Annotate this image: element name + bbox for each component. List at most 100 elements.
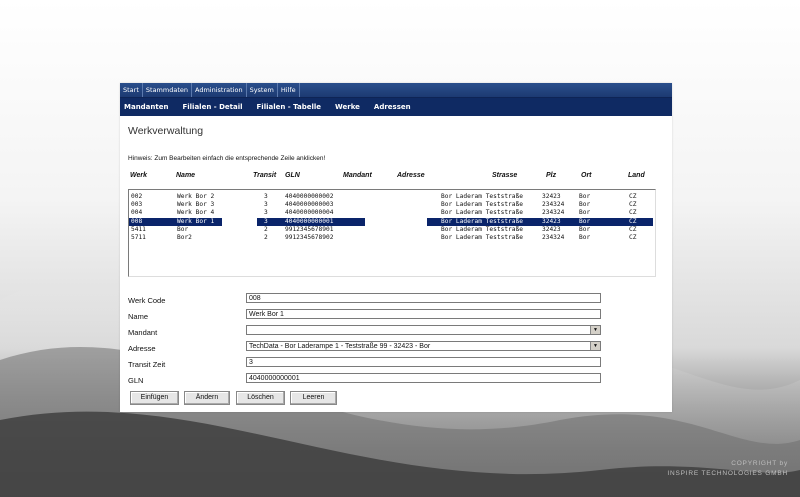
cell-name: Werk Bor 1 bbox=[177, 217, 215, 225]
werke-list[interactable]: 002 Werk Bor 2 3 4040000000002 Bor Lader… bbox=[128, 189, 656, 277]
cell-gln: 9912345678901 bbox=[285, 225, 334, 233]
cell-ort: Bor bbox=[579, 225, 591, 233]
copyright-notice: COPYRIGHT by INSPIRE TECHNOLOGIES GMBH bbox=[667, 459, 788, 479]
transit-label: Transit Zeit bbox=[128, 360, 166, 369]
cell-name: Werk Bor 4 bbox=[177, 209, 215, 217]
cell-transit: 3 bbox=[264, 209, 268, 217]
cell-land: CZ bbox=[629, 209, 637, 217]
cell-strasse: Bor Laderam Teststraße bbox=[441, 225, 523, 233]
adresse-select[interactable]: TechData - Bor Laderampe 1 - Teststraße … bbox=[246, 341, 601, 351]
col-werk: Werk bbox=[130, 172, 147, 179]
page-title: Werkverwaltung bbox=[128, 125, 204, 137]
cell-name: Bor bbox=[177, 225, 189, 233]
werk-code-field[interactable]: 008 bbox=[246, 293, 601, 303]
nav-filialen-detail[interactable]: Filialen - Detail bbox=[182, 103, 242, 111]
table-row[interactable]: 004 Werk Bor 4 3 4040000000004 Bor Lader… bbox=[129, 209, 655, 217]
cell-ort: Bor bbox=[579, 209, 591, 217]
app-window: Start Stammdaten Administration System H… bbox=[120, 83, 672, 412]
cell-land: CZ bbox=[629, 217, 637, 225]
col-mandant: Mandant bbox=[343, 172, 372, 179]
mandant-select[interactable]: ▼ bbox=[246, 325, 601, 335]
name-field[interactable]: Werk Bor 1 bbox=[246, 309, 601, 319]
insert-button[interactable]: Einfügen bbox=[130, 391, 179, 405]
change-button[interactable]: Ändern bbox=[184, 391, 230, 405]
cell-land: CZ bbox=[629, 201, 637, 209]
col-ort: Ort bbox=[581, 172, 592, 179]
nav-filialen-tabelle[interactable]: Filialen - Tabelle bbox=[257, 103, 322, 111]
sub-navigation: Mandanten Filialen - Detail Filialen - T… bbox=[120, 98, 672, 116]
cell-strasse: Bor Laderam Teststraße bbox=[441, 209, 523, 217]
cell-plz: 32423 bbox=[542, 217, 561, 225]
cell-strasse: Bor Laderam Teststraße bbox=[441, 193, 523, 200]
cell-werk: 5411 bbox=[131, 225, 146, 233]
cell-land: CZ bbox=[629, 233, 637, 241]
cell-plz: 32423 bbox=[542, 225, 561, 233]
hint-text: Hinweis: Zum Bearbeiten einfach die ents… bbox=[128, 155, 326, 162]
adresse-value: TechData - Bor Laderampe 1 - Teststraße … bbox=[249, 343, 431, 350]
cell-plz: 234324 bbox=[542, 201, 565, 209]
col-gln: GLN bbox=[285, 172, 300, 179]
table-row[interactable]: 002 Werk Bor 2 3 4040000000002 Bor Lader… bbox=[129, 193, 655, 201]
cell-gln: 4040000000004 bbox=[285, 209, 334, 217]
table-row-selected[interactable]: 008 Werk Bor 1 3 4040000000001 Bor Lader… bbox=[129, 217, 655, 226]
menu-system[interactable]: System bbox=[247, 83, 278, 97]
table-header: Werk Name Transit GLN Mandant Adresse St… bbox=[120, 172, 672, 182]
transit-field[interactable]: 3 bbox=[246, 357, 601, 367]
nav-werke[interactable]: Werke bbox=[335, 103, 360, 111]
nav-mandanten[interactable]: Mandanten bbox=[124, 103, 168, 111]
cell-name: Bor2 bbox=[177, 233, 192, 241]
werk-code-label: Werk Code bbox=[128, 296, 166, 305]
gln-field[interactable]: 4040000000001 bbox=[246, 373, 601, 383]
cell-werk: 004 bbox=[131, 209, 143, 217]
delete-button[interactable]: Löschen bbox=[236, 391, 285, 405]
copyright-line-1: COPYRIGHT by bbox=[731, 460, 788, 467]
col-adresse: Adresse bbox=[397, 172, 425, 179]
cell-ort: Bor bbox=[579, 201, 591, 209]
menu-hilfe[interactable]: Hilfe bbox=[278, 83, 300, 97]
table-row[interactable]: 5711 Bor2 2 9912345678902 Bor Laderam Te… bbox=[129, 234, 655, 242]
col-land: Land bbox=[628, 172, 645, 179]
cell-transit: 3 bbox=[264, 217, 268, 225]
cell-werk: 002 bbox=[131, 193, 143, 200]
cell-plz: 234324 bbox=[542, 233, 565, 241]
cell-name: Werk Bor 3 bbox=[177, 201, 215, 209]
cell-strasse: Bor Laderam Teststraße bbox=[441, 217, 523, 225]
name-label: Name bbox=[128, 312, 149, 321]
menu-start[interactable]: Start bbox=[120, 83, 143, 97]
menu-stammdaten[interactable]: Stammdaten bbox=[143, 83, 192, 97]
cell-transit: 3 bbox=[264, 193, 268, 200]
cell-name: Werk Bor 2 bbox=[177, 193, 215, 200]
col-plz: Plz bbox=[546, 172, 557, 179]
chevron-down-icon[interactable]: ▼ bbox=[590, 326, 600, 334]
cell-transit: 2 bbox=[264, 233, 268, 241]
copyright-line-2: INSPIRE TECHNOLOGIES GMBH bbox=[667, 470, 788, 477]
chevron-down-icon[interactable]: ▼ bbox=[590, 342, 600, 350]
nav-adressen[interactable]: Adressen bbox=[374, 103, 411, 111]
col-transit: Transit bbox=[253, 172, 277, 179]
cell-ort: Bor bbox=[579, 193, 591, 200]
cell-land: CZ bbox=[629, 193, 637, 200]
col-name: Name bbox=[176, 172, 196, 179]
table-row[interactable]: 5411 Bor 2 9912345678901 Bor Laderam Tes… bbox=[129, 226, 655, 234]
cell-gln: 4040000000001 bbox=[285, 217, 334, 225]
mandant-label: Mandant bbox=[128, 328, 158, 337]
cell-transit: 2 bbox=[264, 225, 268, 233]
clear-button[interactable]: Leeren bbox=[290, 391, 337, 405]
cell-land: CZ bbox=[629, 225, 637, 233]
cell-werk: 5711 bbox=[131, 233, 146, 241]
adresse-label: Adresse bbox=[128, 344, 156, 353]
cell-ort: Bor bbox=[579, 233, 591, 241]
menu-administration[interactable]: Administration bbox=[192, 83, 247, 97]
cell-ort: Bor bbox=[579, 217, 591, 225]
cell-plz: 32423 bbox=[542, 193, 561, 200]
menu-bar: Start Stammdaten Administration System H… bbox=[120, 83, 672, 98]
cell-gln: 4040000000002 bbox=[285, 193, 334, 200]
cell-gln: 4040000000003 bbox=[285, 201, 334, 209]
cell-werk: 003 bbox=[131, 201, 143, 209]
cell-strasse: Bor Laderam Teststraße bbox=[441, 233, 523, 241]
table-row[interactable]: 003 Werk Bor 3 3 4040000000003 Bor Lader… bbox=[129, 201, 655, 209]
cell-gln: 9912345678902 bbox=[285, 233, 334, 241]
cell-plz: 234324 bbox=[542, 209, 565, 217]
cell-strasse: Bor Laderam Teststraße bbox=[441, 201, 523, 209]
cell-transit: 3 bbox=[264, 201, 268, 209]
